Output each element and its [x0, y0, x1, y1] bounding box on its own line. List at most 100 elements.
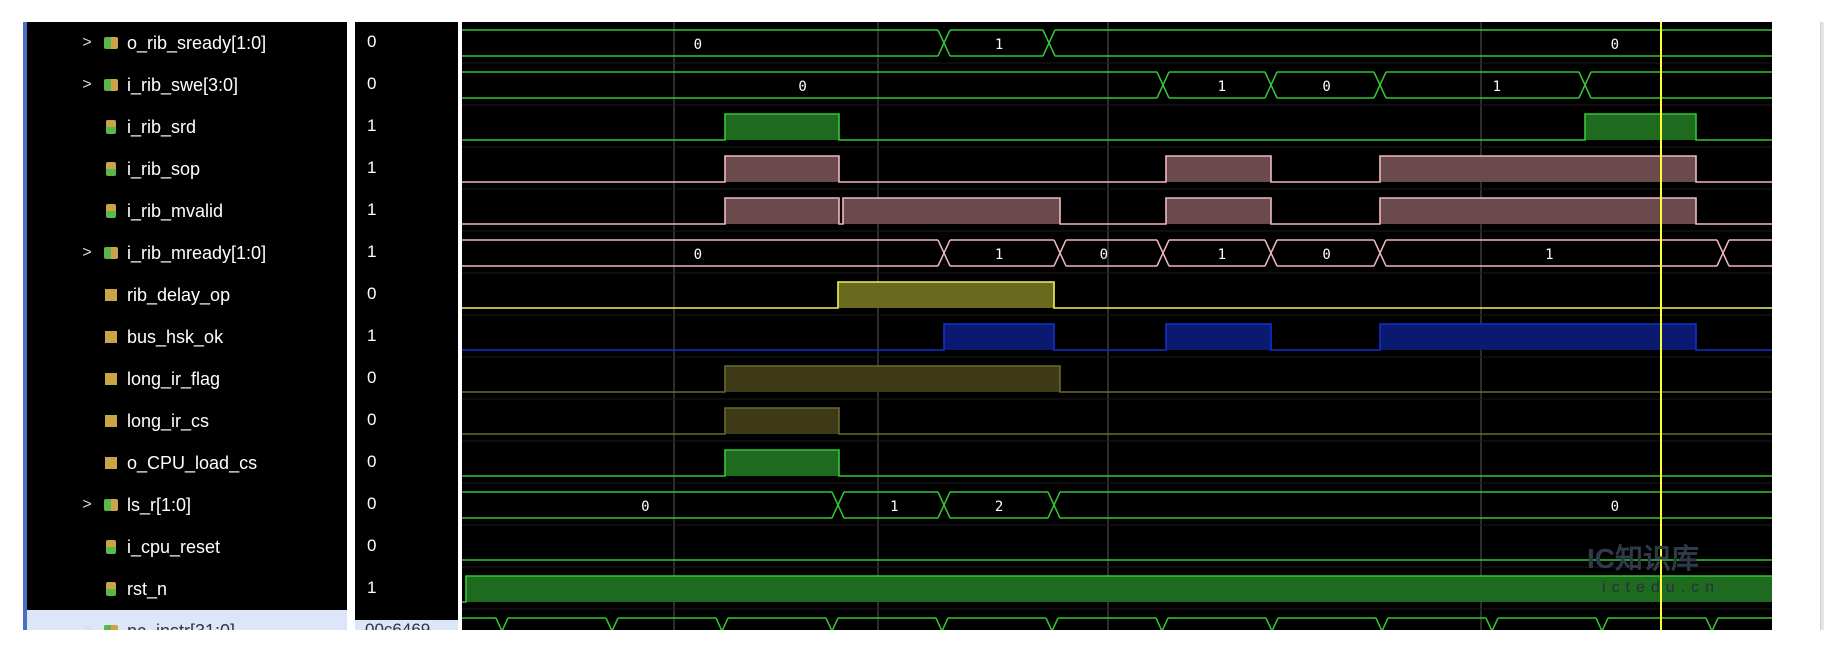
pulse-fill [725, 408, 839, 434]
bus-transition [1705, 617, 1713, 630]
signal-row[interactable]: >long_ir_cs [27, 400, 347, 442]
bus-value-label: 0 [798, 79, 806, 95]
pulse-fill [1380, 156, 1696, 182]
signal-name: i_rib_swe[3:0] [127, 74, 239, 95]
bus-value-label: 1 [995, 37, 1003, 53]
pulse-fill [725, 156, 839, 182]
pulse-fill [1380, 324, 1696, 350]
bus-transition [1595, 617, 1603, 630]
signal-value: 0 [367, 368, 377, 387]
waveform-panel[interactable]: 0 1 0 0 1 0 1 0 1 0 1 0 1 0 1 2 0 IC知识库 ictedu.cn [462, 22, 1772, 630]
wire-signal-icon [103, 119, 119, 135]
signal-value: 0 [367, 410, 377, 429]
signal-row[interactable]: >rib_delay_op [27, 274, 347, 316]
signal-row[interactable]: >bus_hsk_ok [27, 316, 347, 358]
signal-value: 1 [367, 158, 377, 177]
wire-waveform [462, 449, 1772, 477]
bus-transition [501, 617, 509, 630]
bus-value-label: 0 [641, 499, 649, 515]
pulse-fill [725, 450, 839, 476]
signal-value: 0 [367, 452, 377, 471]
signal-row[interactable]: >rst_n [27, 568, 347, 610]
signal-value: 0 [367, 74, 377, 93]
watermark-subtext: ictedu.cn [1602, 579, 1720, 596]
signal-row[interactable]: > i_rib_swe[3:0] [27, 64, 347, 106]
pulse-fill [1380, 198, 1696, 224]
bus-transition [495, 617, 503, 630]
signal-value: 1 [367, 242, 377, 261]
pulse-fill [1166, 156, 1271, 182]
expand-chevron-icon[interactable]: > [77, 496, 97, 514]
signal-value: 1 [367, 578, 377, 597]
signal-value: 0 [367, 494, 377, 513]
bus-value-label: 0 [694, 37, 702, 53]
expand-chevron-icon[interactable]: > [77, 76, 97, 94]
signal-row[interactable]: > o_rib_sready[1:0] [27, 22, 347, 64]
signal-value: 1 [367, 116, 377, 135]
signal-row[interactable]: >long_ir_flag [27, 358, 347, 400]
bus-transition [1051, 617, 1059, 630]
signal-row[interactable]: >i_rib_mvalid [27, 190, 347, 232]
signal-value: 0 [367, 536, 377, 555]
expand-chevron-icon[interactable]: > [77, 34, 97, 52]
wire-waveform [462, 281, 1772, 309]
signal-row[interactable]: >i_cpu_reset [27, 526, 347, 568]
bus-transition [715, 617, 723, 630]
bus-value-label: 1 [995, 247, 1003, 263]
signal-name: bus_hsk_ok [127, 326, 224, 347]
pulse-fill [1166, 198, 1271, 224]
bus-transition [1161, 617, 1169, 630]
pulse-fill [843, 198, 1060, 224]
signal-row[interactable]: >i_rib_sop [27, 148, 347, 190]
bus-transition [1485, 617, 1493, 630]
signal-row[interactable]: > i_rib_mready[1:0] [27, 232, 347, 274]
bus-value-label: 1 [1493, 79, 1501, 95]
signal-row[interactable]: >i_rib_srd [27, 106, 347, 148]
bus-value-label: 2 [995, 499, 1003, 515]
bus-transition [721, 617, 729, 630]
bus-value-label: 1 [1218, 79, 1226, 95]
internal-signal-icon [103, 329, 119, 345]
bus-transition [941, 617, 949, 630]
wire-waveform [462, 365, 1772, 393]
bus-value-label: 0 [1611, 499, 1619, 515]
signal-value-panel: 0 0 1 1 1 1 0 1 0 0 0 0 0 1 00c6469 [355, 22, 458, 630]
bus-value-label: 0 [1322, 247, 1330, 263]
pulse-fill [725, 366, 1060, 392]
wire-signal-icon [103, 539, 119, 555]
bus-transition [1265, 617, 1273, 630]
internal-signal-icon [103, 413, 119, 429]
bus-value-label: 1 [1545, 247, 1553, 263]
signal-name: o_rib_sready[1:0] [127, 32, 267, 53]
bus-transition [1155, 617, 1163, 630]
internal-signal-icon [103, 371, 119, 387]
signal-row[interactable]: > pc_instr[31:0] [27, 610, 347, 630]
signal-name: i_rib_srd [127, 116, 197, 137]
pulse-fill [725, 114, 839, 140]
signal-name-panel: >o_rib_sready[1:0]>i_rib_swe[3:0]>i_rib_… [27, 22, 347, 630]
signal-name: i_rib_mvalid [127, 200, 224, 221]
signal-value: 1 [367, 326, 377, 345]
waveform-canvas[interactable]: 0 1 0 0 1 0 1 0 1 0 1 0 1 0 1 2 0 IC知识库 ictedu.cn [462, 22, 1772, 630]
signal-value: 0 [367, 284, 377, 303]
signal-value: 00c6469 [355, 620, 458, 630]
bus-value-label: 0 [1611, 37, 1619, 53]
vertical-scrollbar[interactable] [1820, 22, 1824, 630]
pulse-fill [1166, 324, 1271, 350]
wire-signal-icon [103, 581, 119, 597]
signal-name: pc_instr[31:0] [127, 621, 235, 631]
signal-name: i_rib_sop [127, 158, 201, 179]
wire-waveform [462, 407, 1772, 435]
pulse-fill [944, 324, 1054, 350]
expand-chevron-icon[interactable]: > [77, 244, 97, 262]
signal-row[interactable]: > ls_r[1:0] [27, 484, 347, 526]
bus-value-label: 1 [1218, 247, 1226, 263]
signal-name: long_ir_flag [127, 368, 221, 389]
bus-signal-icon [103, 35, 119, 51]
expand-chevron-icon[interactable]: > [77, 622, 97, 630]
signal-name: long_ir_cs [127, 410, 210, 431]
signal-name: rst_n [127, 578, 168, 599]
bus-transition [1601, 617, 1609, 630]
signal-name: i_rib_mready[1:0] [127, 242, 267, 263]
signal-row[interactable]: >o_CPU_load_cs [27, 442, 347, 484]
